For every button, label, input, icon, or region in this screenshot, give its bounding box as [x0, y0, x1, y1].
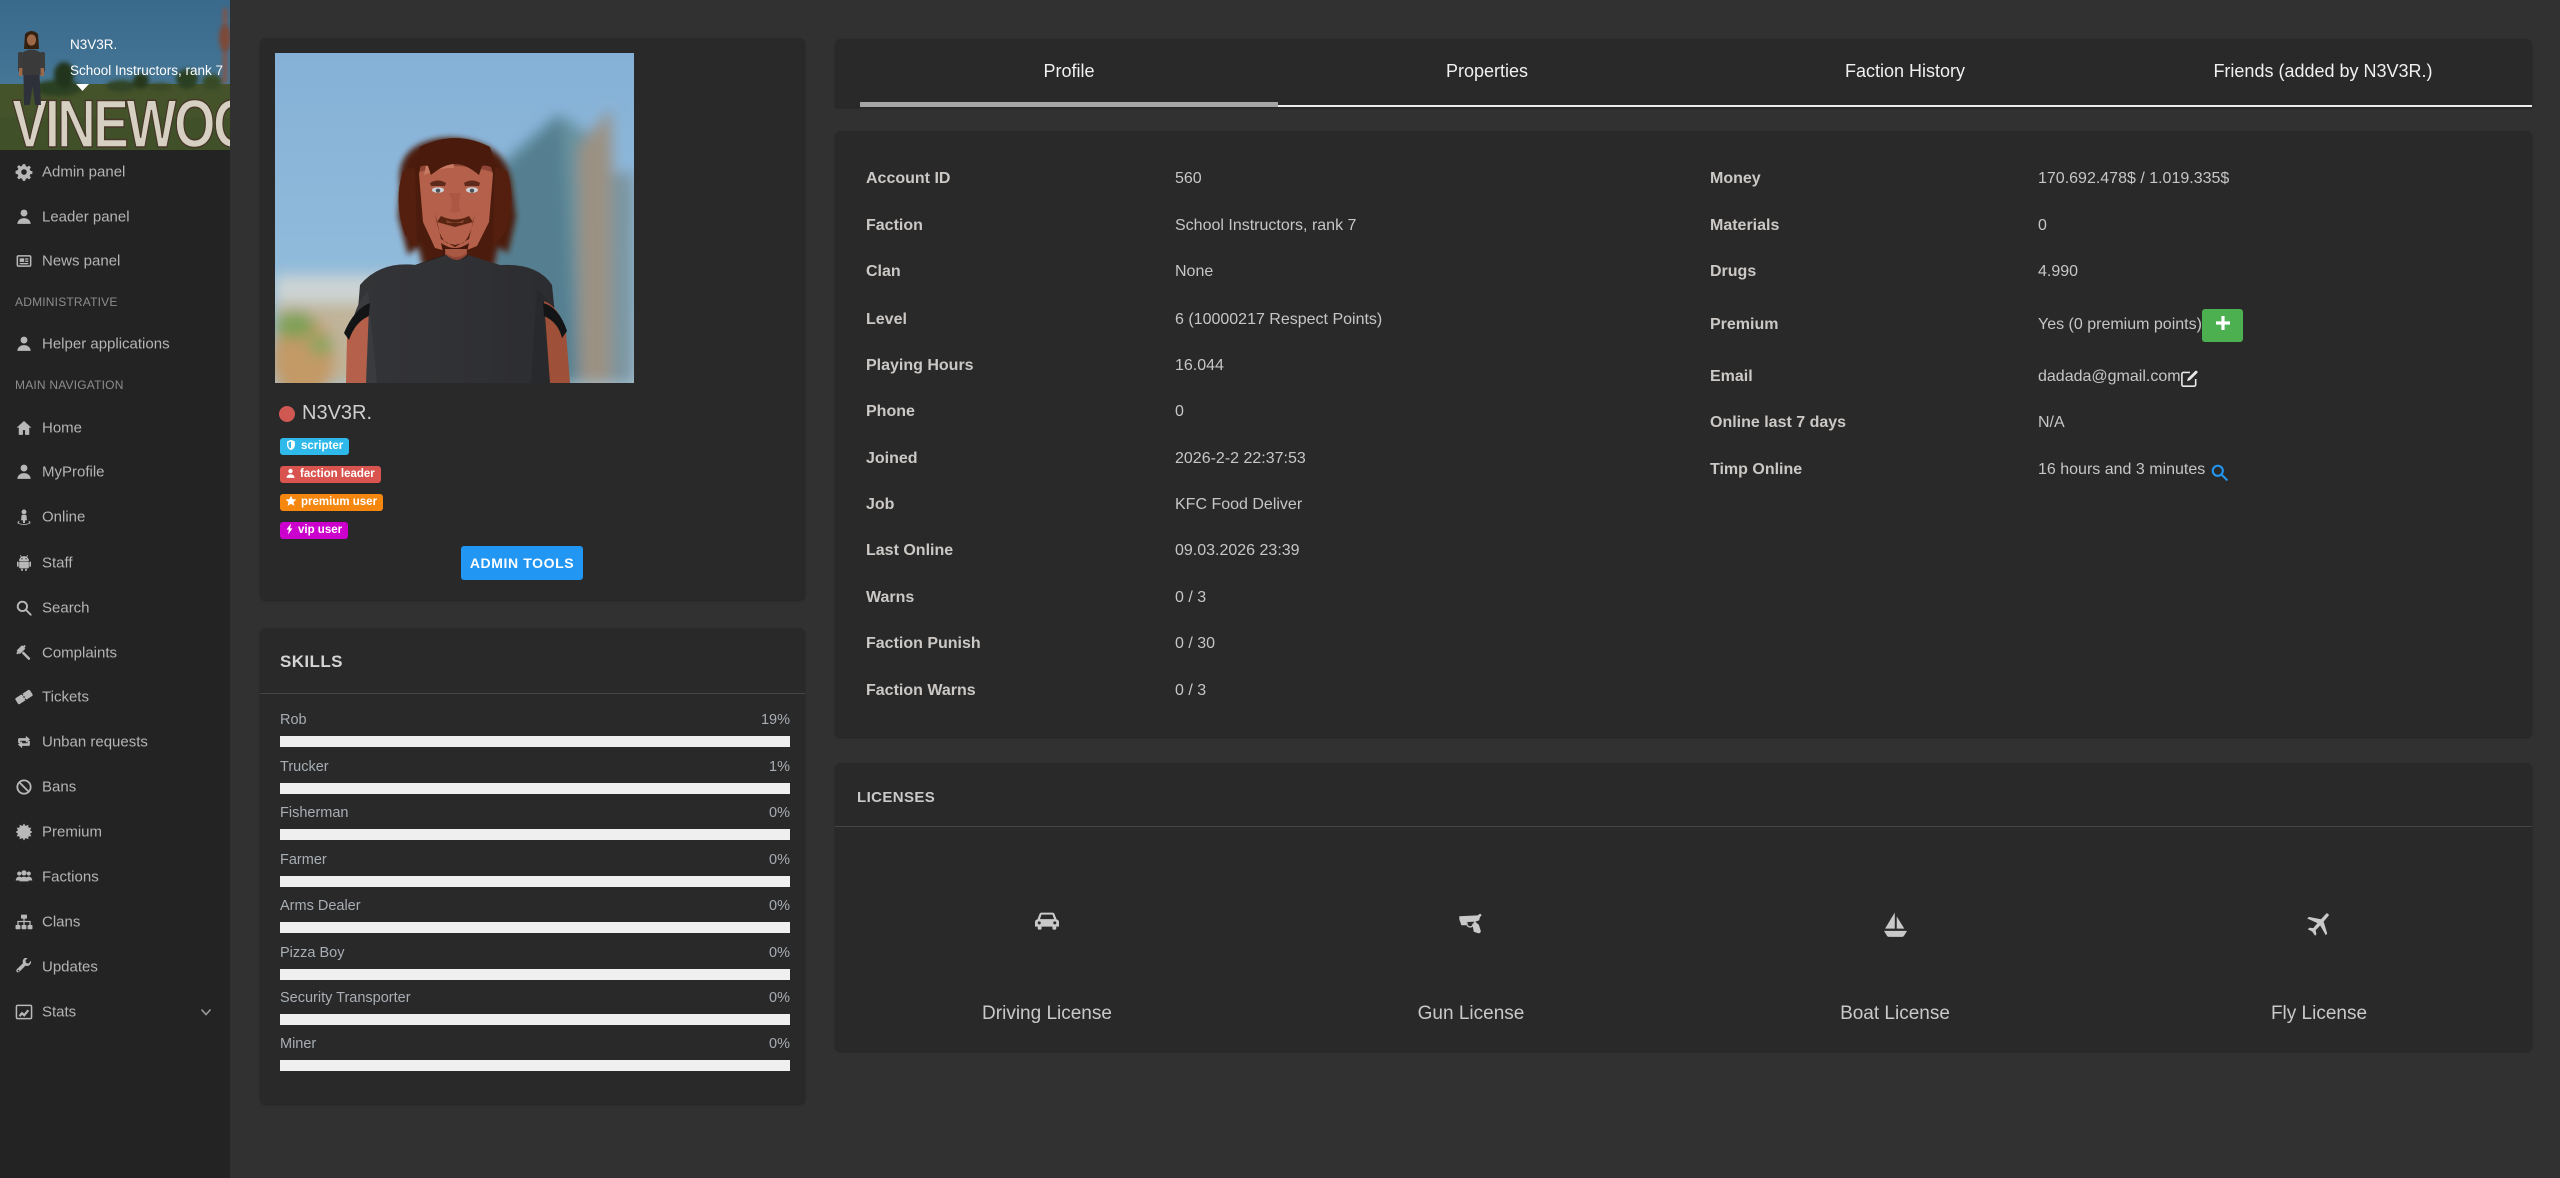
svg-text:VINEWOO: VINEWOO [12, 86, 230, 150]
svg-text:School Instructors, rank 7: School Instructors, rank 7 [70, 63, 223, 78]
svg-text:N3V3R.: N3V3R. [70, 37, 117, 52]
